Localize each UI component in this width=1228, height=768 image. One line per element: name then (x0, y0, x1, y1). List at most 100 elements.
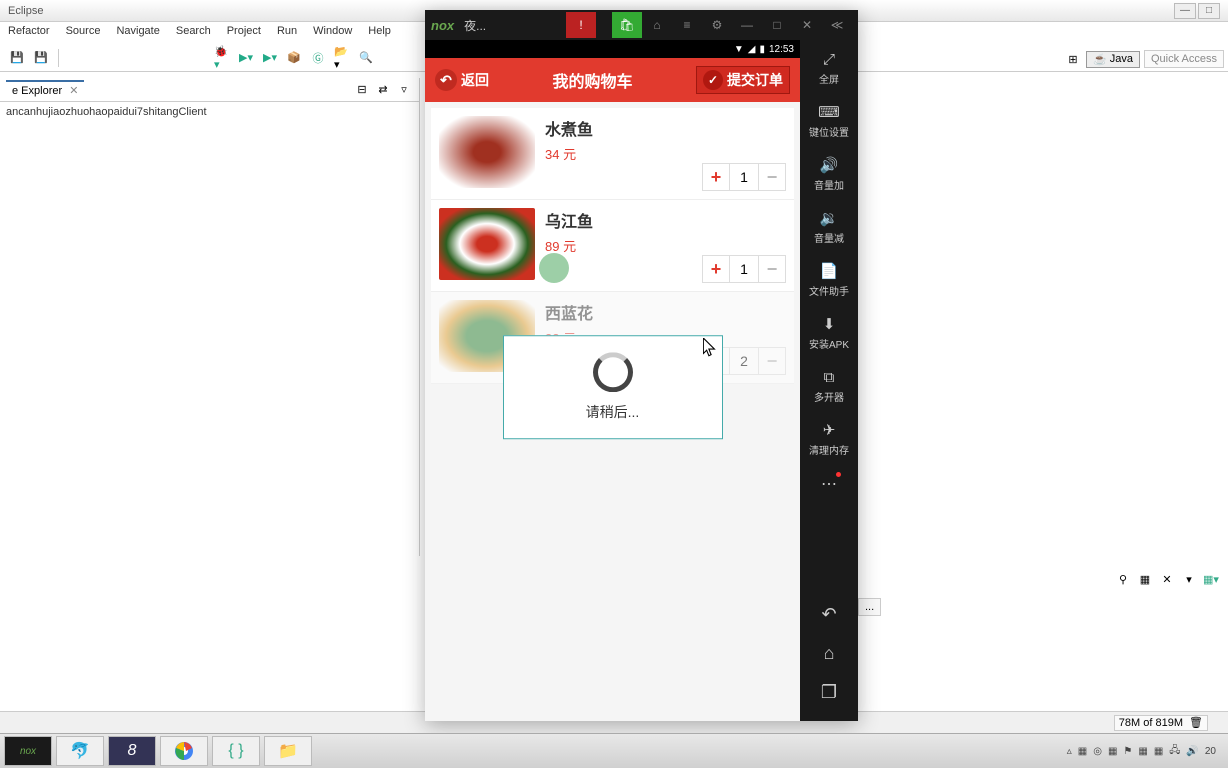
console-menu-icon[interactable]: ▦▾ (1202, 570, 1220, 588)
eclipse-title-text: Eclipse (8, 5, 43, 17)
nox-home-icon[interactable]: ⌂ (642, 12, 672, 38)
tray-icon[interactable]: ▦ (1078, 746, 1087, 757)
menu-refactor[interactable]: Refactor (8, 25, 50, 41)
run-icon[interactable]: ▶▾ (237, 49, 255, 67)
qty-plus-button[interactable]: + (702, 163, 730, 191)
nox-settings-icon[interactable]: ⚙ (702, 12, 732, 38)
open-type-icon[interactable]: 📂▾ (333, 49, 351, 67)
sidebar-more-icon[interactable]: ⋯ (821, 474, 837, 494)
taskbar-explorer-button[interactable]: 📁 (264, 736, 312, 766)
loading-text: 请稍后... (586, 402, 640, 422)
java-perspective-button[interactable]: ☕ Java (1086, 51, 1140, 68)
nox-logo: nox (431, 18, 454, 33)
taskbar-app-button[interactable]: 🐬 (56, 736, 104, 766)
new-class-icon[interactable]: Ⓖ (309, 49, 327, 67)
back-button[interactable]: ↶ 返回 (435, 69, 489, 91)
memory-indicator[interactable]: 78M of 819M 🗑 (1114, 715, 1208, 731)
taskbar-app-button[interactable]: 8 (108, 736, 156, 766)
sidebar-fullscreen[interactable]: ⤢全屏 (819, 46, 839, 89)
window-minimize-button[interactable]: — (1174, 3, 1196, 19)
debug-icon[interactable]: 🐞▾ (213, 49, 231, 67)
nox-shop-icon[interactable]: 🛍 (612, 12, 642, 38)
menu-project[interactable]: Project (227, 25, 261, 41)
qty-minus-button[interactable]: − (758, 163, 786, 191)
gc-trash-icon[interactable]: 🗑 (1189, 716, 1203, 730)
windows-taskbar: nox 🐬 8 { } 📁 ▵ ▦ ◎ ▦ ⚑ ▦ ▦ 🖧 🔊 20 (0, 733, 1228, 768)
run-last-icon[interactable]: ▶▾ (261, 49, 279, 67)
nox-maximize-button[interactable]: □ (762, 12, 792, 38)
pin-console-icon[interactable]: ⚲ (1114, 570, 1132, 588)
project-tree-item[interactable]: ancanhujiaozhuohaopaidui7shitangClient (0, 102, 419, 122)
explorer-tab[interactable]: e Explorer ✕ (6, 80, 84, 99)
sidebar-clean-memory[interactable]: ✈清理内存 (809, 417, 849, 460)
sidebar-multi-instance[interactable]: ⧉多开器 (814, 364, 844, 407)
explorer-tab-bar: e Explorer ✕ ⊟ ⇄ ▿ (0, 78, 419, 102)
volume-up-icon: 🔊 (819, 155, 839, 175)
item-price: 89 元 (545, 236, 786, 255)
scroll-lock-icon[interactable]: ▾ (1180, 570, 1198, 588)
taskbar-nox-button[interactable]: nox (4, 736, 52, 766)
display-console-icon[interactable]: ▦ (1136, 570, 1154, 588)
loading-spinner-icon (593, 352, 633, 392)
qty-minus-button[interactable]: − (758, 347, 786, 375)
taskbar-eclipse-button[interactable]: { } (212, 736, 260, 766)
nox-close-button[interactable]: ✕ (792, 12, 822, 38)
menu-help[interactable]: Help (368, 25, 391, 41)
sidebar-volume-down[interactable]: 🔉音量减 (814, 205, 844, 248)
menu-navigate[interactable]: Navigate (116, 25, 159, 41)
quick-access-input[interactable]: Quick Access (1144, 50, 1224, 68)
new-package-icon[interactable]: 📦 (285, 49, 303, 67)
android-recent-button[interactable]: ❐ (821, 682, 837, 703)
tray-flag-icon[interactable]: ⚑ (1123, 746, 1132, 757)
android-home-button[interactable]: ⌂ (824, 643, 835, 664)
link-editor-icon[interactable]: ⇄ (374, 81, 392, 99)
collapse-all-icon[interactable]: ⊟ (353, 81, 371, 99)
nox-app-title: 夜... (464, 17, 486, 34)
view-menu-icon[interactable]: ▿ (395, 81, 413, 99)
qty-plus-button[interactable]: + (702, 255, 730, 283)
menu-window[interactable]: Window (313, 25, 352, 41)
tray-time[interactable]: 20 (1205, 746, 1216, 757)
nox-menu-icon[interactable]: ≡ (672, 12, 702, 38)
clear-console-icon[interactable]: ✕ (1158, 570, 1176, 588)
item-name: 西蓝花 (545, 300, 786, 324)
save-icon[interactable]: 💾 (8, 49, 26, 67)
nox-alert-icon[interactable]: ! (566, 12, 596, 38)
tray-network-icon[interactable]: 🖧 (1169, 743, 1180, 760)
sidebar-install-apk[interactable]: ⬇安装APK (809, 311, 849, 354)
menu-source[interactable]: Source (66, 25, 101, 41)
system-tray[interactable]: ▵ ▦ ◎ ▦ ⚑ ▦ ▦ 🖧 🔊 20 (1067, 743, 1224, 760)
window-maximize-button[interactable]: □ (1198, 3, 1220, 19)
close-icon[interactable]: ✕ (69, 85, 78, 97)
rocket-icon: ✈ (819, 420, 839, 440)
nox-titlebar: nox 夜... ! 🛍 ⌂ ≡ ⚙ — □ ✕ ≪ (425, 10, 858, 40)
search-icon[interactable]: 🔍 (357, 49, 375, 67)
menu-run[interactable]: Run (277, 25, 297, 41)
taskbar-chrome-button[interactable] (160, 736, 208, 766)
tray-icon[interactable]: ▦ (1154, 746, 1163, 757)
nox-collapse-sidebar-icon[interactable]: ≪ (822, 12, 852, 38)
android-back-button[interactable]: ↶ (821, 604, 836, 625)
console-tab[interactable]: ... (858, 598, 881, 616)
qty-minus-button[interactable]: − (758, 255, 786, 283)
sidebar-file-helper[interactable]: 📄文件助手 (809, 258, 849, 301)
nox-minimize-button[interactable]: — (732, 12, 762, 38)
sidebar-volume-up[interactable]: 🔊音量加 (814, 152, 844, 195)
menu-search[interactable]: Search (176, 25, 211, 41)
cart-item: 乌江鱼 89 元 + 1 − (431, 200, 794, 292)
submit-order-button[interactable]: ✓ 提交订单 (696, 66, 790, 94)
tray-up-icon[interactable]: ▵ (1067, 746, 1072, 757)
sidebar-keymap[interactable]: ⌨键位设置 (809, 99, 849, 142)
volume-down-icon: 🔉 (819, 208, 839, 228)
item-name: 水煮鱼 (545, 116, 786, 140)
tray-icon[interactable]: ▦ (1108, 746, 1117, 757)
file-icon: 📄 (819, 261, 839, 281)
package-explorer-pane: e Explorer ✕ ⊟ ⇄ ▿ ancanhujiaozhuohaopai… (0, 78, 420, 556)
qty-value: 2 (730, 347, 758, 375)
open-perspective-icon[interactable]: ⊞ (1064, 50, 1082, 68)
status-time: 12:53 (769, 44, 794, 55)
tray-icon[interactable]: ▦ (1138, 746, 1147, 757)
save-all-icon[interactable]: 💾 (32, 49, 50, 67)
tray-icon[interactable]: ◎ (1093, 746, 1102, 757)
tray-volume-icon[interactable]: 🔊 (1186, 746, 1198, 757)
